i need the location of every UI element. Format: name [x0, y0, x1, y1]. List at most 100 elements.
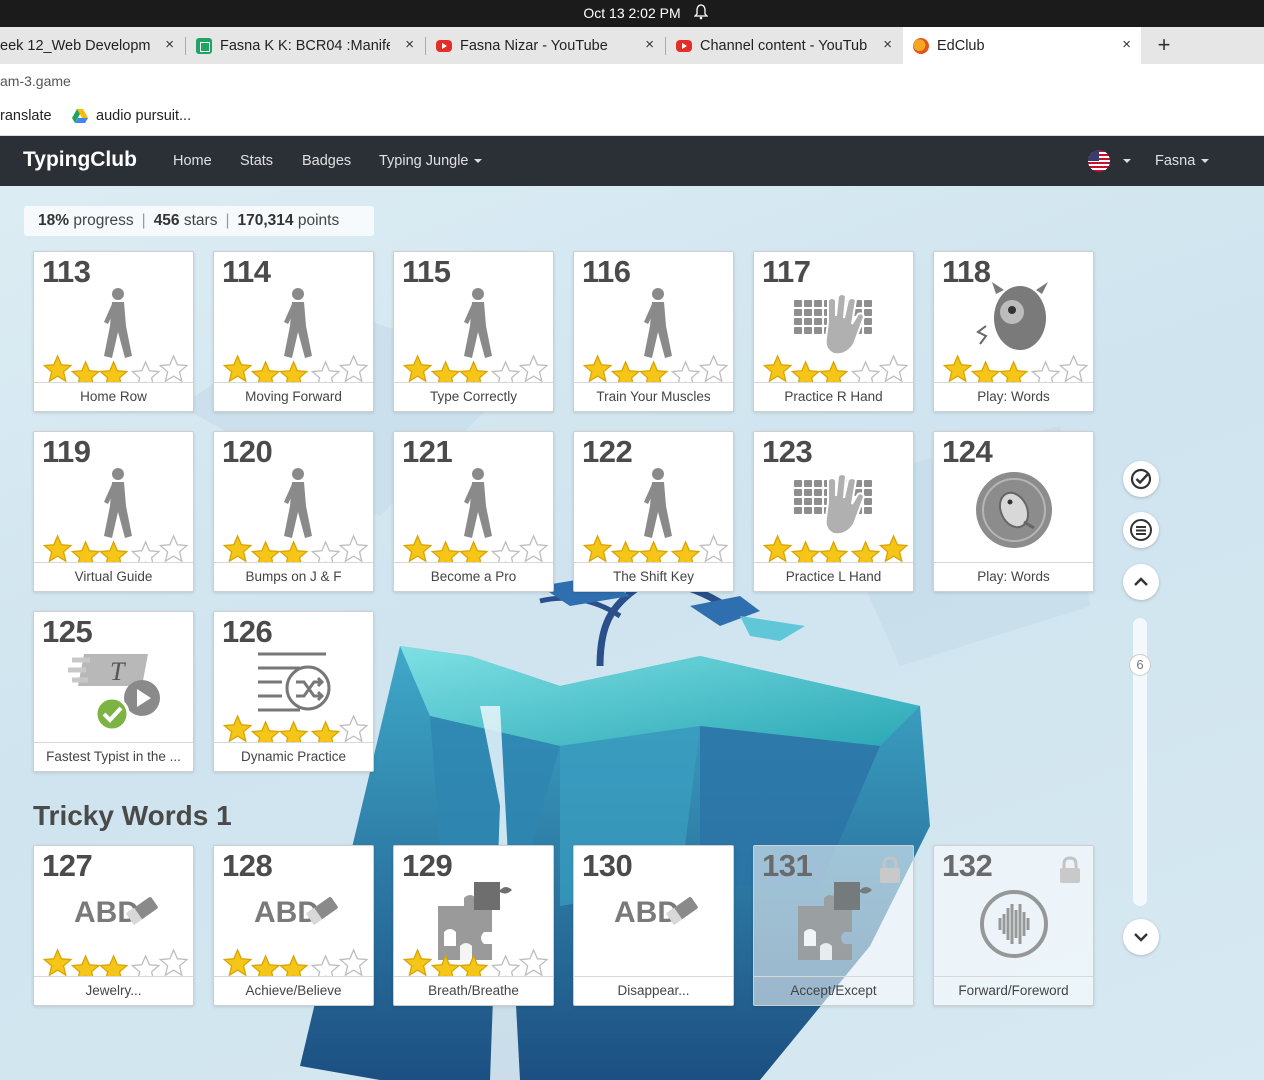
tab-youtube-fasna[interactable]: Fasna Nizar - YouTube ×	[426, 27, 664, 64]
star-empty-icon	[158, 948, 189, 976]
lesson-title: Breath/Breathe	[394, 976, 553, 1005]
star-filled-icon	[278, 540, 309, 562]
tab-close-icon[interactable]: ×	[645, 36, 654, 53]
tab-youtube-channel[interactable]: Channel content - YouTub ×	[666, 27, 902, 64]
bookmark-translate[interactable]: ranslate	[0, 108, 52, 124]
lesson-card[interactable]: 129 Breath/Breathe	[393, 845, 554, 1006]
bookmark-audio-pursuit[interactable]: audio pursuit...	[72, 108, 191, 124]
lesson-card[interactable]: 126 Dynamic Practice	[213, 611, 374, 772]
scroll-down-button[interactable]	[1123, 919, 1159, 955]
address-bar[interactable]: am-3.game	[0, 64, 1264, 99]
star-empty-icon	[338, 948, 369, 976]
star-filled-icon	[638, 360, 669, 382]
star-filled-icon	[310, 720, 341, 742]
walker-icon	[222, 468, 369, 562]
star-empty-icon	[490, 360, 521, 382]
tab-web-development[interactable]: eek 12_Web Developme ×	[0, 27, 184, 64]
star-empty-icon	[130, 360, 161, 382]
lesson-card[interactable]: 131 Accept/Except	[753, 845, 914, 1006]
star-filled-icon	[278, 954, 309, 976]
star-filled-icon	[42, 354, 73, 382]
tab-close-icon[interactable]: ×	[883, 36, 892, 53]
audio-wave-icon	[980, 890, 1048, 958]
tab-close-icon[interactable]: ×	[165, 36, 174, 53]
tab-edclub[interactable]: EdClub ×	[903, 27, 1141, 64]
user-menu[interactable]: Fasna	[1155, 153, 1210, 169]
star-filled-icon	[278, 720, 309, 742]
lesson-card[interactable]: 113 Home Row	[33, 251, 194, 412]
lesson-card[interactable]: 121 Become a Pro	[393, 431, 554, 592]
lesson-title: Moving Forward	[214, 382, 373, 411]
scroll-up-button[interactable]	[1123, 564, 1159, 600]
chevron-down-icon	[1123, 159, 1131, 164]
star-filled-icon	[98, 954, 129, 976]
chevron-down-icon	[1134, 933, 1148, 942]
nav-badges[interactable]: Badges	[302, 153, 351, 169]
tab-close-icon[interactable]: ×	[405, 36, 414, 53]
lesson-title: Disappear...	[574, 976, 733, 1005]
language-dropdown[interactable]	[1117, 153, 1131, 169]
os-clock[interactable]: Oct 13 2:02 PM	[0, 5, 1264, 21]
star-empty-icon	[1058, 354, 1089, 382]
walker-icon	[42, 468, 189, 562]
notification-bell-icon[interactable]	[694, 4, 708, 20]
walker-icon	[582, 468, 729, 562]
star-empty-icon	[130, 954, 161, 976]
star-empty-icon	[490, 954, 521, 976]
lesson-card[interactable]: 122 The Shift Key	[573, 431, 734, 592]
star-filled-icon	[790, 360, 821, 382]
url-text[interactable]: am-3.game	[0, 73, 71, 89]
tab-sheets[interactable]: Fasna K K: BCR04 :Manife ×	[186, 27, 424, 64]
lesson-title: Bumps on J & F	[214, 562, 373, 591]
lesson-card[interactable]: 127 ABD Jewelry...	[33, 845, 194, 1006]
abc-eraser-icon: ABD	[614, 896, 698, 929]
lesson-card[interactable]: 124 Play: Words	[933, 431, 1094, 592]
lesson-card[interactable]: 117 Practice R Hand	[753, 251, 914, 412]
star-filled-icon	[42, 948, 73, 976]
star-empty-icon	[158, 534, 189, 562]
star-filled-icon	[430, 540, 461, 562]
lesson-card[interactable]: 115 Type Correctly	[393, 251, 554, 412]
chevron-down-icon	[1201, 159, 1210, 164]
star-empty-icon	[310, 954, 341, 976]
star-empty-icon	[338, 534, 369, 562]
us-flag-icon[interactable]	[1088, 150, 1110, 172]
list-menu-icon	[1130, 519, 1152, 541]
lesson-card[interactable]: 130 ABD Disappear...	[573, 845, 734, 1006]
star-empty-icon	[310, 540, 341, 562]
lesson-card[interactable]: 123 Practice L Hand	[753, 431, 914, 592]
new-tab-button[interactable]: +	[1152, 27, 1176, 64]
menu-button[interactable]	[1123, 512, 1159, 548]
star-empty-icon	[850, 360, 881, 382]
lesson-card[interactable]: 118 Play: Words	[933, 251, 1094, 412]
lesson-card[interactable]: 125 T Fastest Typist in the ...	[33, 611, 194, 772]
lesson-title: Jewelry...	[34, 976, 193, 1005]
nav-stats[interactable]: Stats	[240, 153, 273, 169]
star-empty-icon	[698, 534, 729, 562]
star-filled-icon	[790, 540, 821, 562]
star-empty-icon	[878, 354, 909, 382]
chevron-down-icon	[474, 159, 483, 164]
keyboard-hand-icon	[762, 473, 909, 562]
nav-home[interactable]: Home	[173, 153, 212, 169]
lesson-card[interactable]: 128 ABD Achieve/Believe	[213, 845, 374, 1006]
nav-typing-jungle[interactable]: Typing Jungle	[379, 153, 483, 169]
fast-typist-check-icon: T	[68, 654, 160, 732]
star-filled-icon	[610, 360, 641, 382]
bookmarks-bar: ranslate audio pursuit...	[0, 99, 1264, 136]
star-empty-icon	[130, 540, 161, 562]
walker-icon	[42, 288, 189, 382]
lesson-card[interactable]: 120 Bumps on J & F	[213, 431, 374, 592]
star-filled-icon	[638, 540, 669, 562]
lesson-card[interactable]: 119 Virtual Guide	[33, 431, 194, 592]
lesson-card[interactable]: 114 Moving Forward	[213, 251, 374, 412]
completed-filter-button[interactable]	[1123, 461, 1159, 497]
lesson-card[interactable]: 132 Forward/Foreword	[933, 845, 1094, 1006]
lesson-card[interactable]: 116 Train Your Muscles	[573, 251, 734, 412]
page-indicator[interactable]: 6	[1129, 654, 1151, 676]
tab-close-icon[interactable]: ×	[1122, 36, 1131, 53]
star-filled-icon	[70, 360, 101, 382]
star-filled-icon	[222, 948, 253, 976]
lesson-title: Practice R Hand	[754, 382, 913, 411]
brand-logo[interactable]: TypingClub	[23, 148, 137, 172]
